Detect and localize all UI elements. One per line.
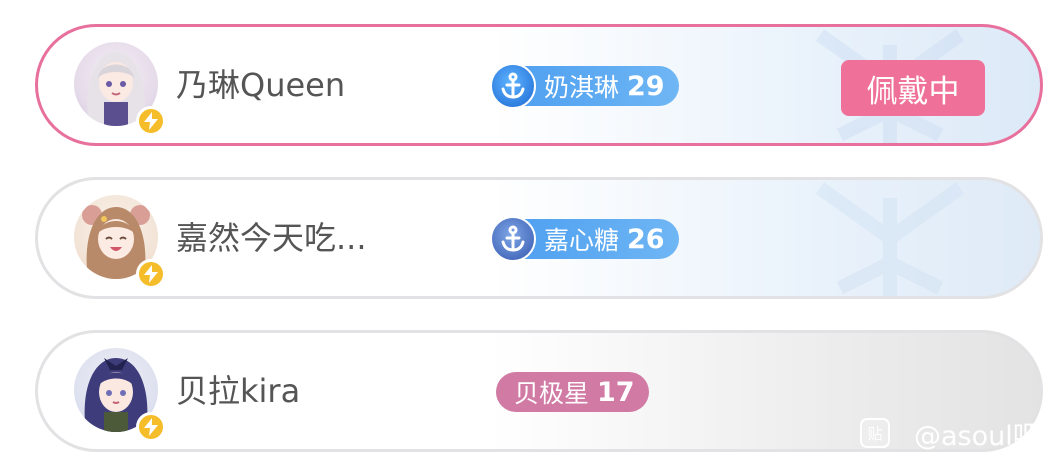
lightning-bolt-icon — [136, 259, 166, 289]
medal-level: 26 — [627, 223, 665, 255]
medal-level: 29 — [627, 70, 665, 102]
user-name: 嘉然今天吃... — [176, 219, 367, 257]
anchor-watermark-icon — [815, 182, 965, 296]
user-name: 乃琳Queen — [176, 66, 346, 104]
medal-name: 嘉心糖 — [544, 226, 620, 255]
fan-medal-row[interactable]: 嘉然今天吃... 嘉心糖 26 — [35, 177, 1043, 299]
anchor-icon — [490, 216, 536, 262]
avatar[interactable] — [74, 195, 166, 289]
user-name: 贝拉kira — [176, 372, 301, 410]
medal-name: 贝极星 — [514, 379, 590, 408]
avatar[interactable] — [74, 42, 166, 136]
fan-medal-badge[interactable]: 贝极星 17 — [496, 372, 649, 412]
medal-name: 奶淇琳 — [544, 73, 620, 102]
lightning-bolt-icon — [136, 412, 166, 442]
fan-medal-badge[interactable]: 奶淇琳 29 — [490, 63, 679, 109]
lightning-bolt-icon — [136, 106, 166, 136]
fan-medal-badge[interactable]: 嘉心糖 26 — [490, 216, 679, 262]
wearing-button[interactable]: 佩戴中 — [841, 60, 985, 116]
watermark-text: @asoul吧 — [914, 420, 1040, 452]
medal-level: 17 — [597, 376, 635, 408]
watermark: 贴 @asoul吧 — [860, 416, 1040, 452]
tieba-logo-icon: 贴 — [860, 418, 890, 448]
anchor-icon — [490, 63, 536, 109]
fan-medal-row[interactable]: 乃琳Queen 奶淇琳 29 佩戴中 — [35, 24, 1043, 146]
avatar[interactable] — [74, 348, 166, 442]
